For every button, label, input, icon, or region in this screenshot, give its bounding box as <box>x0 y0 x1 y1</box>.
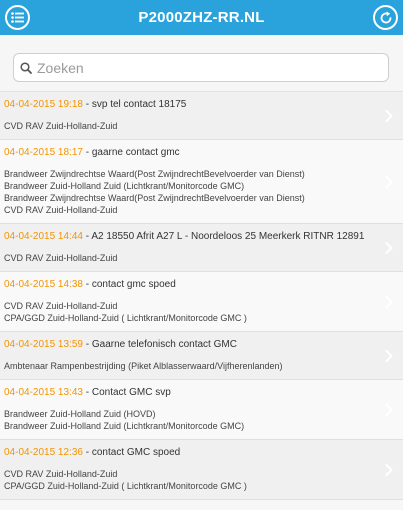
unit-list: Ambtenaar Rampenbestrijding (Piket Albla… <box>4 360 379 372</box>
unit-name: Brandweer Zuid-Holland Zuid (Lichtkrant/… <box>4 421 245 431</box>
message-line: 04-04-2015 14:44 - A2 18550 Afrit A27 L … <box>4 231 365 242</box>
unit-name: Brandweer Zuid-Holland Zuid (HOVD) <box>4 409 156 419</box>
list-item[interactable]: 04-04-2015 14:44 - A2 18550 Afrit A27 L … <box>0 224 403 272</box>
message-line: 04-04-2015 13:43 - Contact GMC svp <box>4 387 171 398</box>
message-text: gaarne contact gmc <box>91 147 180 158</box>
message-text: svp tel contact 18175 <box>91 99 187 110</box>
unit-list: CVD RAV Zuid-Holland-Zuid <box>4 252 379 264</box>
refresh-icon <box>380 11 391 23</box>
list-item[interactable]: 04-04-2015 13:59 - Gaarne telefonisch co… <box>0 332 403 380</box>
page-title: P2000ZHZ-RR.NL <box>138 9 265 26</box>
search-icon <box>20 61 32 74</box>
unit-name: CVD RAV Zuid-Holland-Zuid <box>4 205 118 215</box>
search-box[interactable] <box>13 53 389 82</box>
unit-list: Brandweer Zwijndrechtse Waard(Post Zwijn… <box>4 168 379 216</box>
chevron-right-icon <box>385 109 393 122</box>
chevron-right-icon <box>385 295 393 308</box>
message-timestamp: 04-04-2015 13:59 <box>4 339 83 350</box>
message-text: contact GMC spoed <box>91 447 181 458</box>
chevron-right-icon <box>385 403 393 416</box>
message-timestamp: 04-04-2015 14:38 <box>4 279 83 290</box>
list-item[interactable]: 04-04-2015 14:38 - contact gmc spoed CVD … <box>0 272 403 332</box>
message-line: 04-04-2015 18:17 - gaarne contact gmc <box>4 147 180 158</box>
list-icon <box>11 12 24 23</box>
search-bar <box>0 35 403 92</box>
message-line: 04-04-2015 13:59 - Gaarne telefonisch co… <box>4 339 237 350</box>
unit-name: CVD RAV Zuid-Holland-Zuid <box>4 121 118 131</box>
unit-name: CVD RAV Zuid-Holland-Zuid <box>4 469 118 479</box>
message-line: 04-04-2015 12:36 - contact GMC spoed <box>4 447 181 458</box>
list-item[interactable]: 04-04-2015 18:17 - gaarne contact gmc Bra… <box>0 140 403 224</box>
message-timestamp: 04-04-2015 18:17 <box>4 147 83 158</box>
unit-name: Brandweer Zwijndrechtse Waard(Post Zwijn… <box>4 193 305 203</box>
unit-list: Brandweer Zuid-Holland Zuid (HOVD) Brandw… <box>4 408 379 432</box>
chevron-right-icon <box>385 463 393 476</box>
message-text: contact gmc spoed <box>91 279 176 290</box>
unit-name: Brandweer Zuid-Holland Zuid (Lichtkrant/… <box>4 181 245 191</box>
unit-name: CVD RAV Zuid-Holland-Zuid <box>4 301 118 311</box>
chevron-right-icon <box>385 349 393 362</box>
unit-name: CPA/GGD Zuid-Holland-Zuid ( Lichtkrant/M… <box>4 313 247 323</box>
unit-list: CVD RAV Zuid-Holland-Zuid CPA/GGD Zuid-Ho… <box>4 468 379 492</box>
message-timestamp: 04-04-2015 14:44 <box>4 231 83 242</box>
message-timestamp: 04-04-2015 12:36 <box>4 447 83 458</box>
search-input[interactable] <box>37 59 388 76</box>
message-timestamp: 04-04-2015 13:43 <box>4 387 83 398</box>
message-text: Contact GMC svp <box>91 387 171 398</box>
list-item[interactable]: 04-04-2015 13:43 - Contact GMC svp Brandw… <box>0 380 403 440</box>
unit-name: Ambtenaar Rampenbestrijding (Piket Albla… <box>4 361 283 371</box>
refresh-button[interactable] <box>373 5 398 30</box>
message-timestamp: 04-04-2015 19:18 <box>4 99 83 110</box>
chevron-right-icon <box>385 175 393 188</box>
message-line: 04-04-2015 19:18 - svp tel contact 18175 <box>4 99 187 110</box>
unit-name: CPA/GGD Zuid-Holland-Zuid ( Lichtkrant/M… <box>4 481 247 491</box>
chevron-right-icon <box>385 241 393 254</box>
unit-list: CVD RAV Zuid-Holland-Zuid CPA/GGD Zuid-Ho… <box>4 300 379 324</box>
list-item[interactable]: 04-04-2015 12:36 - contact GMC spoed CVD … <box>0 440 403 500</box>
app-header: P2000ZHZ-RR.NL <box>0 0 403 35</box>
menu-button[interactable] <box>5 5 30 30</box>
message-line: 04-04-2015 14:38 - contact gmc spoed <box>4 279 176 290</box>
list-item[interactable]: 04-04-2015 19:18 - svp tel contact 18175… <box>0 92 403 140</box>
unit-name: CVD RAV Zuid-Holland-Zuid <box>4 253 118 263</box>
message-text: A2 18550 Afrit A27 L - Noordeloos 25 Mee… <box>91 231 365 242</box>
message-text: Gaarne telefonisch contact GMC <box>91 339 237 350</box>
message-list: 04-04-2015 19:18 - svp tel contact 18175… <box>0 92 403 500</box>
unit-name: Brandweer Zwijndrechtse Waard(Post Zwijn… <box>4 169 305 179</box>
unit-list: CVD RAV Zuid-Holland-Zuid <box>4 120 379 132</box>
